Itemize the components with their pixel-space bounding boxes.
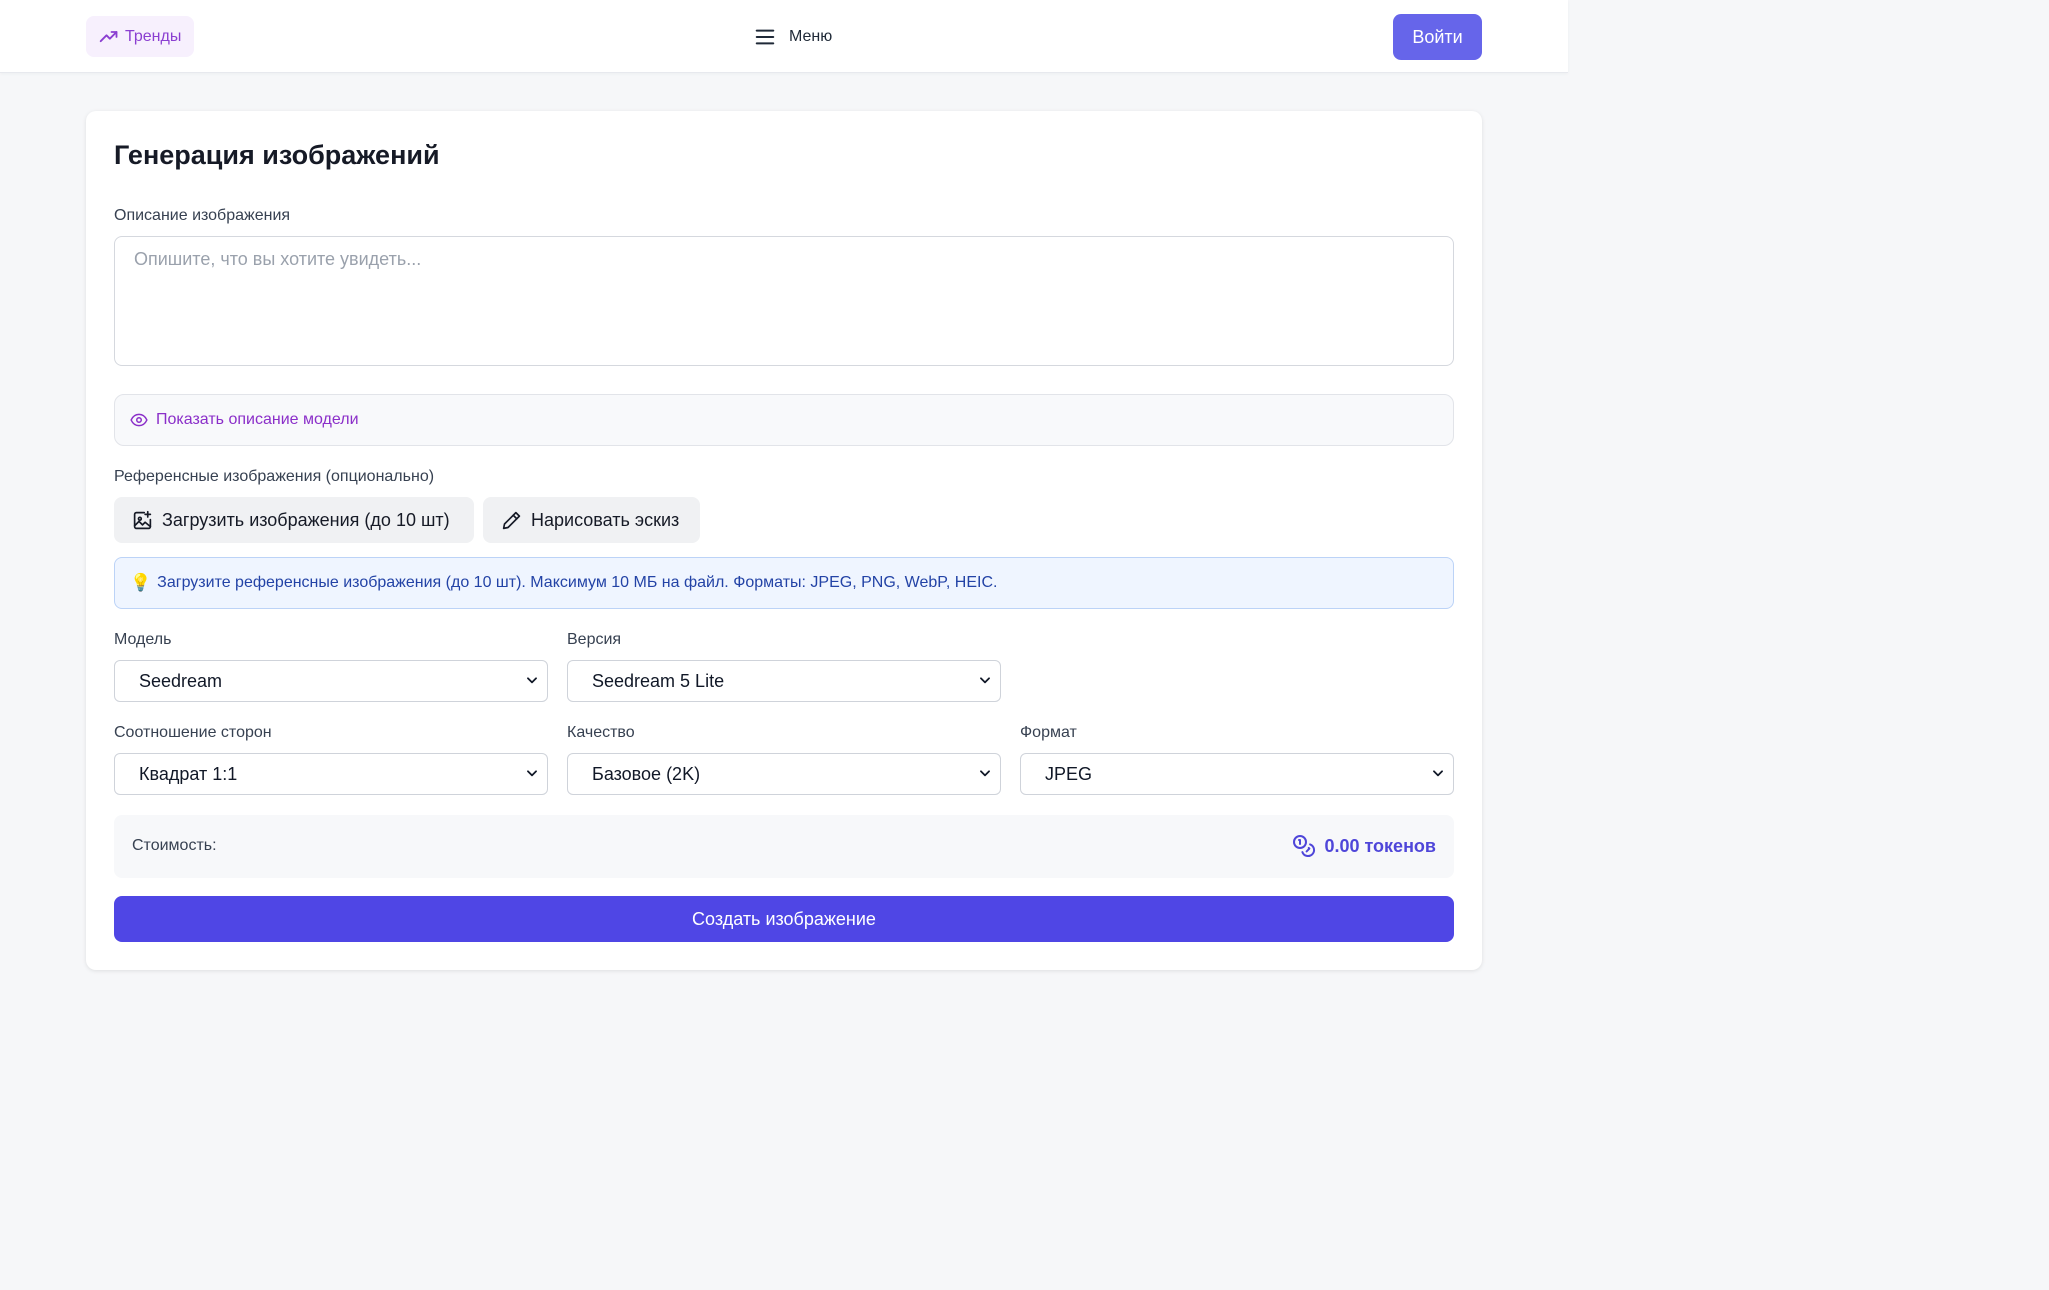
version-select-value: Seedream 5 Lite [592, 670, 725, 691]
model-label: Модель [114, 631, 172, 648]
login-button[interactable]: Войти [1393, 14, 1482, 60]
model-select-value: Seedream [139, 670, 223, 691]
format-label: Формат [1020, 724, 1077, 741]
trends-label: Тренды [125, 27, 182, 45]
top-navigation-bar: Тренды Меню Войти [0, 0, 1568, 73]
show-model-description-label: Показать описание модели [156, 411, 359, 428]
version-label: Версия [567, 631, 622, 648]
quality-select[interactable]: Базовое (2K) [567, 753, 1001, 795]
image-plus-icon [133, 510, 152, 529]
aspect-ratio-select-value: Квадрат 1:1 [139, 763, 238, 784]
pencil-icon [502, 511, 521, 529]
cost-panel: Стоимость: 0.00 токенов [114, 815, 1454, 878]
references-label: Референсные изображения (опционально) [114, 468, 435, 485]
draw-sketch-label: Нарисовать эскиз [531, 509, 680, 530]
aspect-ratio-select[interactable]: Квадрат 1:1 [114, 753, 548, 795]
page-title: Генерация изображений [114, 140, 440, 170]
upload-info-notice: 💡 Загрузите референсные изображения (до … [114, 557, 1454, 609]
description-label: Описание изображения [114, 207, 291, 224]
quality-select-value: Базовое (2K) [592, 763, 701, 784]
trending-up-icon [99, 30, 118, 42]
chevron-down-icon [980, 770, 990, 777]
upload-images-button[interactable]: Загрузить изображения (до 10 шт) [114, 497, 474, 543]
chevron-down-icon [980, 677, 990, 684]
coins-icon [1293, 835, 1316, 857]
cost-value: 0.00 токенов [1324, 835, 1436, 856]
create-image-button[interactable]: Создать изображение [114, 896, 1454, 942]
chevron-down-icon [527, 770, 537, 777]
trends-button[interactable]: Тренды [86, 16, 195, 57]
draw-sketch-button[interactable]: Нарисовать эскиз [483, 497, 700, 543]
show-model-description-toggle[interactable]: Показать описание модели [114, 394, 1454, 446]
lightbulb-icon: 💡 [130, 573, 152, 592]
description-placeholder: Опишите, что вы хотите увидеть... [134, 249, 422, 269]
cost-value-group: 0.00 токенов [1292, 834, 1436, 858]
quality-label: Качество [567, 724, 635, 741]
upload-images-label: Загрузить изображения (до 10 шт) [162, 509, 450, 530]
upload-info-text: Загрузите референсные изображения (до 10… [157, 574, 998, 591]
eye-icon [130, 413, 148, 427]
format-select-value: JPEG [1045, 763, 1093, 784]
model-select[interactable]: Seedream [114, 660, 548, 702]
version-select[interactable]: Seedream 5 Lite [567, 660, 1001, 702]
hamburger-icon [755, 29, 775, 45]
format-select[interactable]: JPEG [1020, 753, 1454, 795]
menu-button[interactable]: Меню [754, 24, 832, 50]
menu-label: Меню [789, 28, 833, 45]
cost-label: Стоимость: [132, 837, 217, 854]
chevron-down-icon [527, 677, 537, 684]
description-textarea[interactable]: Опишите, что вы хотите увидеть... [114, 236, 1454, 366]
aspect-ratio-label: Соотношение сторон [114, 724, 272, 741]
chevron-down-icon [1433, 770, 1443, 777]
